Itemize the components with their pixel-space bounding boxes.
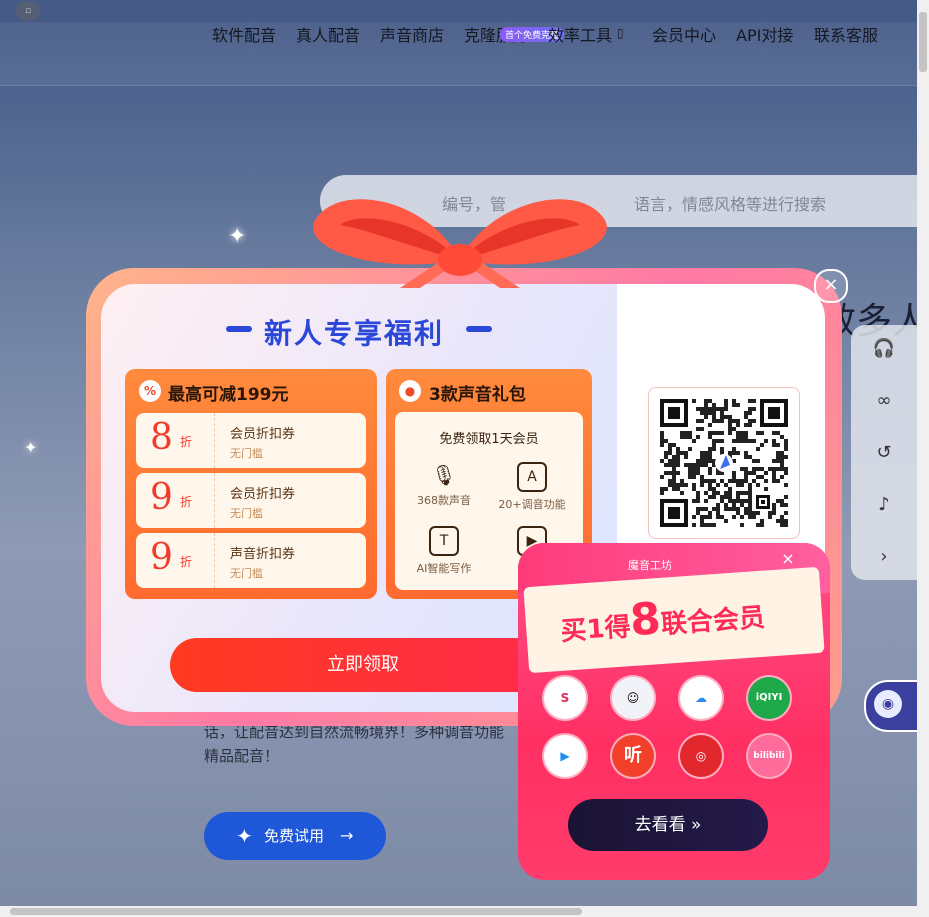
coupon-item[interactable]: 8 折 会员折扣券 无门槛 [136, 413, 366, 468]
gift-item: T AI智能写作 [399, 526, 489, 576]
swirl-icon[interactable]: ↺ [872, 441, 896, 465]
tiktok-icon[interactable]: ♪ [872, 493, 896, 517]
gift-item: A 20+调音功能 [487, 462, 577, 512]
ting-icon[interactable]: 听 [612, 735, 654, 777]
promo-ad: 魔音工坊 × 买1得8联合会员 S ☺ ☁ iQIYI ▶ 听 ◎ bilibi… [518, 543, 830, 880]
free-trial-label: 免费试用 [264, 827, 325, 845]
microphone-badge-icon: ● [399, 380, 421, 402]
vertical-scrollbar[interactable] [917, 0, 929, 917]
top-bar [0, 0, 917, 22]
coupon-discount: 9 [150, 537, 173, 578]
coupon-condition: 无门槛 [230, 567, 263, 580]
bilibili-icon[interactable]: bilibili [748, 735, 790, 777]
chevron-down-icon: ▯ [617, 26, 624, 40]
nav-item-software-dubbing[interactable]: 软件配音 [212, 22, 276, 46]
promo-title-suffix: 联合会员 [660, 602, 766, 641]
headset-icon[interactable]: 🎧 [872, 337, 896, 361]
percent-icon: % [139, 380, 161, 402]
sparkle-icon: ✦ [236, 824, 253, 848]
coupon-divider [214, 533, 215, 588]
gift-item: 🎙 368款声音 [399, 462, 489, 508]
coupon-item[interactable]: 9 折 声音折扣券 无门槛 [136, 533, 366, 588]
coupon-item[interactable]: 9 折 会员折扣券 无门槛 [136, 473, 366, 528]
link-icon[interactable]: ∞ [872, 389, 896, 413]
nav-item-human-dubbing[interactable]: 真人配音 [296, 22, 360, 46]
horizontal-scrollbar-thumb[interactable] [10, 908, 582, 915]
tencent-video-icon[interactable]: ▶ [544, 735, 586, 777]
go-see-label: 去看看 [634, 815, 686, 835]
coupon-name: 声音折扣券 [230, 547, 296, 562]
tuning-icon: A [517, 462, 547, 492]
coupon-unit: 折 [180, 555, 193, 569]
coupon-discount: 8 [150, 417, 173, 458]
claim-now-button[interactable]: 立即领取 [170, 638, 556, 692]
sohu-video-icon[interactable]: S [544, 677, 586, 719]
qr-code-icon [660, 399, 788, 527]
nav-item-efficiency-tools[interactable]: 效率工具 [548, 22, 612, 46]
microphone-icon: 🎙 [431, 463, 457, 487]
popup-title: 新人专享福利 [264, 317, 445, 350]
assistant-bot-icon: ◉ [874, 690, 902, 718]
top-bar-button[interactable]: ▫ [16, 1, 40, 21]
sparkle-decoration: ✦ [24, 438, 38, 457]
nav-item-api[interactable]: API对接 [736, 22, 793, 46]
free-trial-button[interactable]: ✦ 免费试用 → [204, 812, 386, 860]
nav-item-member-center[interactable]: 会员中心 [652, 22, 716, 46]
coupon-discount: 9 [150, 477, 173, 518]
netease-music-icon[interactable]: ◎ [680, 735, 722, 777]
coupon-unit: 折 [180, 495, 193, 509]
arrow-right-icon: → [340, 826, 354, 845]
promo-brand: 魔音工坊 [628, 559, 672, 572]
vertical-scrollbar-thumb[interactable] [919, 12, 927, 72]
promo-close-button[interactable]: × [780, 551, 796, 567]
coupon-divider [214, 413, 215, 468]
nav-item-customer-service[interactable]: 联系客服 [814, 22, 878, 46]
popup-close-button[interactable]: × [814, 269, 848, 303]
promo-title-number: 8 [628, 593, 663, 647]
voice-gift-subtitle: 免费领取1天会员 [439, 432, 539, 447]
ribbon-bow-icon [313, 199, 607, 288]
promo-title-prefix: 买1得 [559, 612, 632, 648]
coupon-name: 会员折扣券 [230, 487, 296, 502]
coupon-condition: 无门槛 [230, 507, 263, 520]
nav-item-voice-shop[interactable]: 声音商店 [380, 22, 444, 46]
coupon-unit: 折 [180, 435, 193, 449]
chevron-right-icon[interactable]: › [872, 545, 896, 569]
sparkle-decoration: ✦ [228, 224, 247, 249]
double-chevron-icon: » [691, 815, 702, 835]
iqiyi-icon[interactable]: iQIYI [748, 677, 790, 719]
search-placeholder-tail: 语言，情感风格等进行搜索 [634, 195, 827, 214]
gift-item-label: AI智能写作 [416, 562, 472, 575]
gift-item-label: 368款声音 [417, 494, 471, 507]
coupon-divider [214, 473, 215, 528]
coupon-condition: 无门槛 [230, 447, 263, 460]
baidu-netdisk-icon[interactable]: ☁ [680, 677, 722, 719]
title-decoration-left [226, 326, 252, 332]
go-see-button[interactable]: 去看看 » [568, 799, 768, 851]
avatar-icon[interactable]: ☺ [612, 677, 654, 719]
gift-item-label: 20+调音功能 [498, 498, 566, 511]
title-decoration-right [466, 326, 492, 332]
ai-write-icon: T [429, 526, 459, 556]
voice-gift-heading: 3款声音礼包 [429, 385, 526, 405]
discount-card-heading: 最高可减199元 [168, 385, 289, 405]
coupon-name: 会员折扣券 [230, 427, 296, 442]
